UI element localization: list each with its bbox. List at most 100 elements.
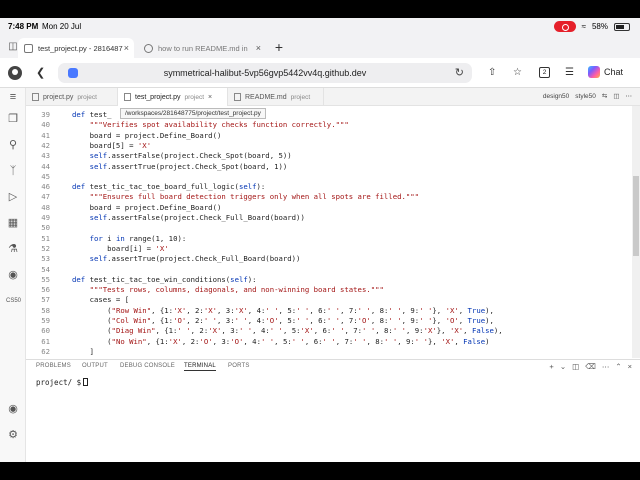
tab-count-button[interactable]: 2 [539,67,550,78]
code-line[interactable]: 62 ] [26,347,632,357]
line-source: ("Col Win", {1:'O', 2:' ', 3:' ', 4:'O',… [72,316,494,325]
code-line[interactable]: 50 [26,223,632,233]
dropdown-chevron-icon[interactable]: ⌄ [560,362,566,371]
code-line[interactable]: 46 def test_tic_tac_toe_board_full_logic(… [26,182,632,192]
code-line[interactable]: 60 ("Diag Win", {1:' ', 2:'X', 3:' ', 4:… [26,326,632,336]
clock: 7:48 PM [8,22,39,31]
battery-percent: 58% [591,22,608,31]
code-line[interactable]: 61 ("No Win", {1:'X', 2:'O', 3:'O', 4:' … [26,337,632,347]
tab-problems[interactable]: PROBLEMS [36,363,71,369]
code-line[interactable]: 54 [26,265,632,275]
line-number: 54 [41,264,50,274]
style50-button[interactable]: style50 [575,93,596,100]
split-editor-icon[interactable]: ◫ [613,92,619,100]
tab-output[interactable]: OUTPUT [82,363,108,369]
code-line[interactable]: 53 self.assertTrue(project.Check_Full_Bo… [26,254,632,264]
tab-folder: project [290,93,311,101]
menu-icon[interactable]: ☰ [565,67,574,78]
code-line[interactable]: 52 board[i] = 'X' [26,244,632,254]
design50-button[interactable]: design50 [543,93,569,100]
editor-scrollbar[interactable] [632,106,640,358]
line-source: self.assertFalse(project.Check_Full_Boar… [89,213,305,222]
manage-gear-icon[interactable]: ⚙ [6,428,20,442]
tab-title: test_project.py - 2816487 [38,43,123,53]
reload-icon[interactable]: ↻ [455,66,464,79]
code-line[interactable]: 47 """Ensures full board detection trigg… [26,192,632,202]
back-icon[interactable]: ❮ [36,66,45,79]
code-line[interactable]: 51 for i in range(1, 10): [26,234,632,244]
line-number: 41 [41,130,50,140]
code-line[interactable]: 43 self.assertFalse(project.Check_Spot(b… [26,151,632,161]
line-source: board[i] = 'X' [72,243,169,253]
line-number: 58 [41,305,50,315]
scrollbar-thumb[interactable] [633,176,639,256]
system-status-bar: 7:48 PM Mon 20 Jul ≈ 58% [0,18,640,36]
line-source: self.assertTrue(project.Check_Spot(board… [89,161,288,171]
chat-label: Chat [604,67,624,77]
profile-avatar-icon[interactable] [8,66,22,80]
code-line[interactable]: 48 board = project.Define_Board() [26,203,632,213]
maximize-panel-icon[interactable]: ⌃ [615,362,621,371]
close-tab-icon[interactable]: × [124,43,129,53]
code-line[interactable]: 56 """Tests rows, columns, diagonals, an… [26,285,632,295]
close-panel-icon[interactable]: × [628,362,632,371]
line-source: """Verifies spot availability checks fun… [89,120,349,130]
code-line[interactable]: 45 [26,172,632,182]
editor-tab-project-py[interactable]: project.py project [26,88,118,106]
vscode-favicon-icon [24,43,33,53]
tab-terminal[interactable]: TERMINAL [184,363,216,371]
line-number: 60 [41,326,50,336]
source-control-icon[interactable]: ᛉ [6,164,20,178]
explorer-icon[interactable]: ❐ [6,112,20,126]
close-tab-icon[interactable]: × [256,43,261,53]
code-editor[interactable]: 39 def test_ 40 """Verifies spot availabil… [26,106,632,358]
code-line[interactable]: 57 cases = [ [26,295,632,305]
line-number: 53 [41,254,50,264]
trash-icon[interactable]: ⌫ [585,362,596,371]
line-number: 52 [41,243,50,253]
new-tab-icon[interactable]: + [272,40,286,54]
file-path-tooltip: /workspaces/281648775/project/test_proje… [120,108,266,119]
browser-tab-test-project[interactable]: test_project.py - 2816487 × [18,38,134,58]
share-icon[interactable]: ⇧ [488,67,496,78]
code-line[interactable]: 39 def test_ [26,110,632,120]
account-icon[interactable]: ◉ [6,402,20,416]
url-bar[interactable]: symmetrical-halibut-5vp56gvp5442vv4q.git… [58,63,472,83]
compare-icon[interactable]: ⇆ [602,92,607,100]
chat-button[interactable]: Chat [588,66,623,78]
hamburger-menu-icon[interactable]: ≡ [6,90,20,104]
code-line[interactable]: 44 self.assertTrue(project.Check_Spot(bo… [26,162,632,172]
activity-bar: ≡ ❐ ⚲ ᛉ ▷ ▦ ⚗ ◉ CS50 ◉ ⚙ [0,88,26,462]
editor-tab-readme[interactable]: README.md project [228,88,324,106]
code-line[interactable]: 42 board[5] = 'X' [26,141,632,151]
terminal-prompt[interactable]: project/ $ [36,378,89,387]
search-icon[interactable]: ⚲ [6,138,20,152]
code-line[interactable]: 59 ("Col Win", {1:'O', 2:' ', 3:' ', 4:'… [26,316,632,326]
code-line[interactable]: 41 board = project.Define_Board() [26,131,632,141]
close-editor-icon[interactable]: × [208,94,212,101]
browser-tab-readme-search[interactable]: how to run README.md in × [138,38,266,58]
more-actions-icon[interactable]: ⋯ [626,92,633,100]
tab-name: project.py [43,93,74,101]
new-terminal-icon[interactable]: + [549,362,553,371]
tab-ports[interactable]: PORTS [228,363,250,369]
editor-tab-test-project-py[interactable]: test_project.py project × [118,88,228,106]
globe-icon [144,43,153,53]
code-line[interactable]: 40 """Verifies spot availability checks … [26,120,632,130]
code-line[interactable]: 55 def test_tic_tac_toe_win_conditions(se… [26,275,632,285]
split-terminal-icon[interactable]: ◫ [572,362,579,371]
status-right: ≈ 58% [553,21,630,32]
github-icon[interactable]: ◉ [6,268,20,282]
extensions-icon[interactable]: ▦ [6,216,20,230]
line-number: 48 [41,202,50,212]
tab-debug-console[interactable]: DEBUG CONSOLE [120,363,175,369]
line-source: def test_tic_tac_toe_win_conditions(self… [72,274,257,284]
more-icon[interactable]: ⋯ [602,362,610,371]
testing-icon[interactable]: ⚗ [6,242,20,256]
cs50-icon[interactable]: CS50 [6,294,21,308]
code-line[interactable]: 49 self.assertFalse(project.Check_Full_B… [26,213,632,223]
code-line[interactable]: 58 ("Row Win", {1:'X', 2:'X', 3:'X', 4:'… [26,306,632,316]
run-debug-icon[interactable]: ▷ [6,190,20,204]
bookmark-star-icon[interactable]: ☆ [513,67,522,78]
line-number: 45 [41,171,50,181]
